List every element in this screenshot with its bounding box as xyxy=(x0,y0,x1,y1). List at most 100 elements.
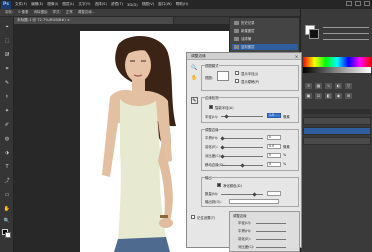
type-tool-icon[interactable]: T xyxy=(3,163,11,170)
feather-label: 羽化: xyxy=(5,10,14,14)
menu-image[interactable]: 图像(I) xyxy=(47,2,58,7)
refine-edge-button[interactable]: 调整边缘... xyxy=(78,10,95,15)
move-tool-icon[interactable]: ⌖ xyxy=(3,23,11,30)
layer-row-selected[interactable] xyxy=(303,127,371,135)
eyedropper-tool-icon[interactable]: ✎ xyxy=(3,79,11,86)
contrast-slider[interactable] xyxy=(221,156,263,157)
minimize-icon[interactable] xyxy=(346,1,352,6)
remember-settings-checkbox[interactable] xyxy=(191,215,195,219)
menu-edit[interactable]: 编辑(E) xyxy=(31,2,43,7)
brightness-icon[interactable]: ☼ xyxy=(305,83,312,89)
color-balance-icon[interactable]: ⚖ xyxy=(315,93,322,99)
smooth-slider[interactable] xyxy=(221,138,263,139)
shape-tool-icon[interactable]: ▭ xyxy=(3,191,11,198)
feather-input[interactable]: 0.0 xyxy=(267,144,281,149)
history-row[interactable]: 新建图层 xyxy=(232,28,298,34)
zoom-icon[interactable]: 🔍 xyxy=(191,65,197,71)
exposure-icon[interactable]: ◐ xyxy=(335,83,342,89)
adjustment-slider[interactable] xyxy=(256,239,286,240)
zoom-tool-icon[interactable]: 🔍 xyxy=(3,217,11,224)
right-panel-dock: ☼ ▦ ∿ ◐ ▽ ▣ ⚖ ◧ ◉ ⊞ xyxy=(300,9,372,252)
menu-view[interactable]: 视图(V) xyxy=(142,2,154,7)
shift-edge-unit: % xyxy=(283,162,287,166)
photoshop-logo: Ps xyxy=(1,0,11,9)
view-label: 视图: xyxy=(205,76,213,80)
history-row-selected[interactable]: 复制图层 xyxy=(232,44,298,50)
view-mode-label: 视图模式 xyxy=(205,63,219,68)
menu-layer[interactable]: 图层(L) xyxy=(62,2,74,7)
menu-type[interactable]: 文字(Y) xyxy=(78,2,90,7)
output-label: 输出 xyxy=(205,175,212,180)
adjustment-row-label: 平滑(H): xyxy=(238,229,252,233)
amount-input[interactable] xyxy=(267,191,281,196)
stamp-tool-icon[interactable]: ✐ xyxy=(3,121,11,128)
swatches-gray-strip[interactable] xyxy=(303,67,371,73)
view-preview-thumbnail[interactable] xyxy=(217,71,229,81)
show-original-checkbox[interactable] xyxy=(235,79,239,83)
adjust-edge-label: 调整边缘 xyxy=(205,127,219,132)
color-slider[interactable] xyxy=(323,39,369,40)
feather-label: 羽化(E): xyxy=(205,145,218,149)
output-to-label: 输出到(O): xyxy=(205,200,222,204)
healing-tool-icon[interactable]: ⚕ xyxy=(3,93,11,100)
adjustment-slider[interactable] xyxy=(256,223,286,224)
radius-input[interactable]: 1.5 xyxy=(267,113,281,118)
antialias-option[interactable]: 消除锯齿 xyxy=(34,10,48,15)
layer-row[interactable] xyxy=(303,137,371,145)
lasso-tool-icon[interactable]: ᘛ xyxy=(3,51,11,58)
remember-settings-label: 记住设置(T) xyxy=(197,216,216,220)
eraser-tool-icon[interactable]: ◍ xyxy=(3,135,11,142)
color-background-swatch[interactable] xyxy=(309,29,319,39)
path-tool-icon[interactable]: ⤴ xyxy=(3,177,11,184)
decontaminate-checkbox[interactable] xyxy=(217,183,221,187)
close-window-icon[interactable] xyxy=(364,1,370,6)
maximize-icon[interactable] xyxy=(355,1,361,6)
brush-tool-icon[interactable]: ✦ xyxy=(3,107,11,114)
menu-filter[interactable]: 滤镜(T) xyxy=(111,2,123,7)
feather-slider[interactable] xyxy=(221,147,263,148)
color-slider[interactable] xyxy=(323,27,369,28)
gradient-tool-icon[interactable]: ⬗ xyxy=(3,149,11,156)
menu-bar: Ps 文件(F) 编辑(E) 图像(I) 图层(L) 文字(Y) 选择(S) 滤… xyxy=(0,0,372,9)
menu-select[interactable]: 选择(S) xyxy=(95,2,107,7)
document-tab[interactable]: 未标题-1 @ 72.7%(RGB/8#) × xyxy=(14,17,174,24)
adjustment-row-label: 对比度(C): xyxy=(238,245,255,249)
menu-window[interactable]: 窗口(W) xyxy=(158,2,172,7)
close-icon[interactable]: × xyxy=(294,54,299,59)
hand-tool-icon[interactable]: ✋ xyxy=(3,205,11,212)
adjustment-row-label: 羽化(E): xyxy=(238,237,251,241)
bw-icon[interactable]: ◧ xyxy=(325,93,332,99)
contrast-input[interactable]: 0 xyxy=(267,153,281,158)
crop-tool-icon[interactable]: ⌗ xyxy=(3,65,11,72)
menu-help[interactable]: 帮助(H) xyxy=(176,2,189,7)
menu-file[interactable]: 文件(F) xyxy=(15,2,27,7)
refine-radius-tool-icon[interactable]: ✎ xyxy=(191,97,198,104)
adjustment-slider[interactable] xyxy=(256,247,286,248)
smooth-input[interactable]: 0 xyxy=(267,135,281,140)
show-radius-checkbox[interactable] xyxy=(235,71,239,75)
hand-icon[interactable]: ✋ xyxy=(191,75,197,81)
levels-icon[interactable]: ▦ xyxy=(315,83,322,89)
hue-icon[interactable]: ▣ xyxy=(305,93,312,99)
layer-row[interactable] xyxy=(303,117,371,125)
marquee-tool-icon[interactable]: ⬚ xyxy=(3,37,11,44)
style-select[interactable]: 正常 xyxy=(66,10,73,15)
vibrance-icon[interactable]: ▽ xyxy=(345,83,352,89)
shift-edge-input[interactable]: 0 xyxy=(267,162,281,167)
channel-mixer-icon[interactable]: ⊞ xyxy=(345,93,352,99)
curves-icon[interactable]: ∿ xyxy=(325,83,332,89)
feather-value[interactable]: 0 像素 xyxy=(18,10,28,15)
menu-3d[interactable]: 3D(D) xyxy=(127,3,138,7)
show-radius-label: 显示半径(J) xyxy=(241,72,259,76)
color-slider[interactable] xyxy=(323,33,369,34)
radius-unit: 像素 xyxy=(283,115,290,119)
swatches-strip[interactable] xyxy=(303,57,371,67)
background-color-swatch[interactable] xyxy=(5,232,11,238)
history-row[interactable]: 历史记录 xyxy=(232,20,298,26)
history-row[interactable]: 油漆桶 xyxy=(232,36,298,42)
adjustment-slider[interactable] xyxy=(256,231,286,232)
photo-filter-icon[interactable]: ◉ xyxy=(335,93,342,99)
feather-unit: 像素 xyxy=(283,145,290,149)
output-to-select[interactable] xyxy=(229,199,279,204)
smart-radius-checkbox[interactable] xyxy=(209,105,213,109)
